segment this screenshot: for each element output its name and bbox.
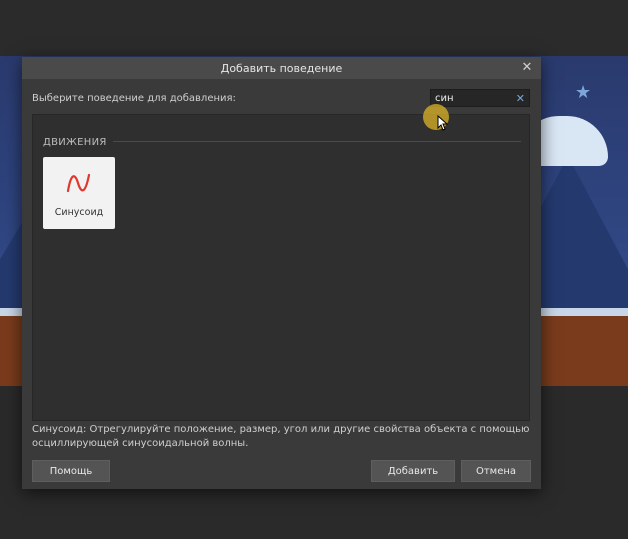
help-button[interactable]: Помощь bbox=[32, 460, 110, 482]
behavior-description: Синусоид: Отрегулируйте положение, разме… bbox=[32, 424, 530, 449]
star-icon: ★ bbox=[575, 82, 592, 103]
section-divider bbox=[113, 141, 521, 142]
add-behavior-dialog: Добавить поведение ✕ Выберите поведение … bbox=[22, 57, 541, 489]
prompt-label: Выберите поведение для добавления: bbox=[32, 93, 236, 104]
mouse-pointer-icon bbox=[437, 115, 449, 131]
sine-wave-icon bbox=[66, 173, 91, 193]
behavior-label: Синусоид bbox=[54, 207, 104, 218]
add-button[interactable]: Добавить bbox=[371, 460, 455, 482]
dialog-titlebar: Добавить поведение bbox=[22, 57, 541, 79]
dialog-title: Добавить поведение bbox=[220, 61, 343, 75]
section-title: ДВИЖЕНИЯ bbox=[43, 137, 107, 148]
cancel-button[interactable]: Отмена bbox=[461, 460, 531, 482]
behavior-tile-sine[interactable]: Синусоид bbox=[43, 157, 115, 229]
clear-search-icon[interactable]: ✕ bbox=[516, 90, 525, 108]
behavior-list-panel: ДВИЖЕНИЯ Синусоид bbox=[32, 114, 530, 421]
search-value: син bbox=[435, 93, 454, 104]
close-icon[interactable]: ✕ bbox=[519, 60, 535, 76]
search-input[interactable]: син ✕ bbox=[430, 89, 530, 107]
